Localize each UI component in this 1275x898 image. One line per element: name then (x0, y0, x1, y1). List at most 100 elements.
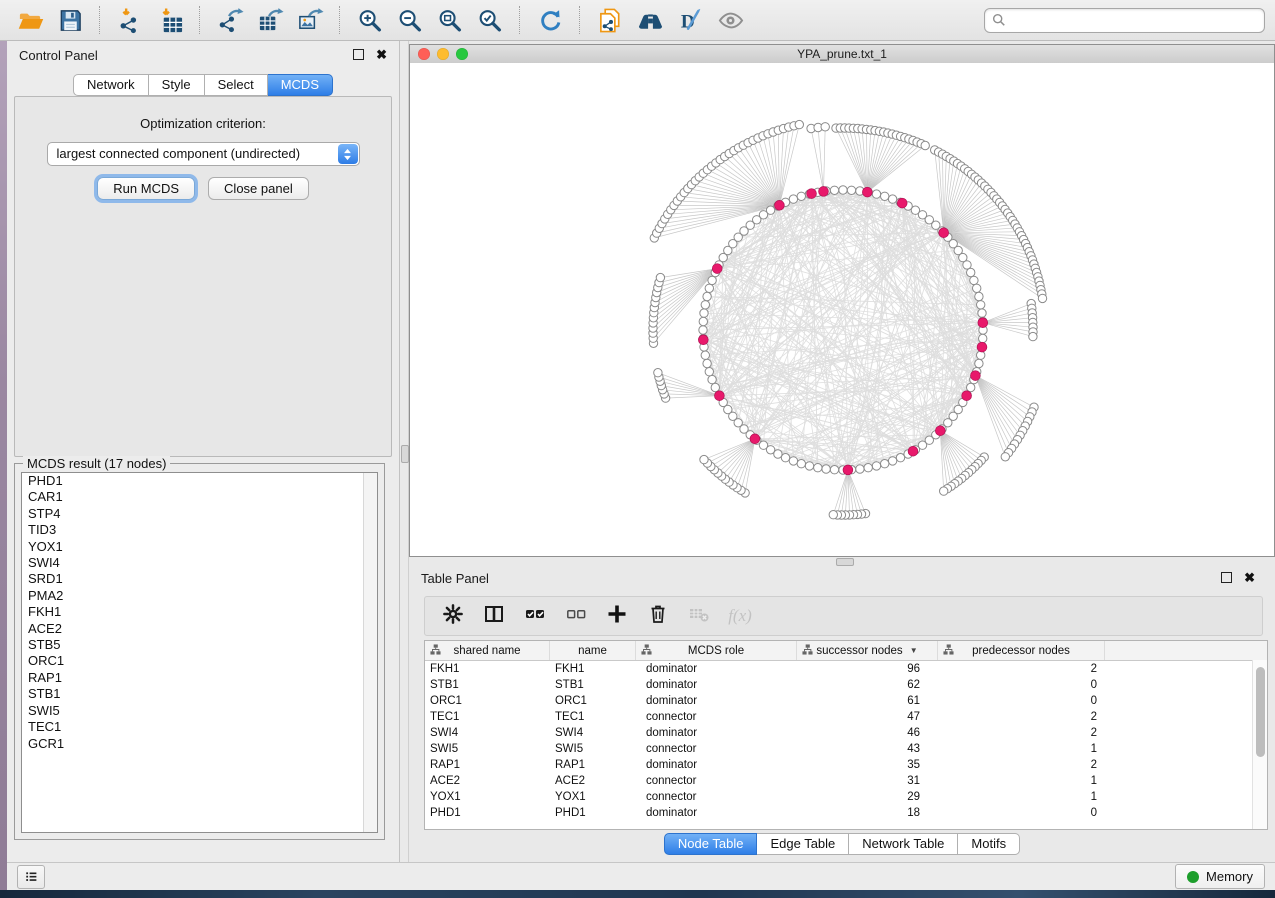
node[interactable] (708, 375, 716, 383)
node[interactable] (856, 465, 864, 473)
toggle-panes-button[interactable] (476, 601, 512, 631)
mcds-result-item[interactable]: ACE2 (22, 621, 377, 637)
network-graph[interactable] (410, 63, 1274, 556)
dominator-node[interactable] (978, 318, 988, 328)
mcds-result-item[interactable]: ORC1 (22, 653, 377, 669)
node[interactable] (699, 326, 707, 334)
mcds-result-item[interactable]: TID3 (22, 522, 377, 538)
column-header-shared-name[interactable]: shared name (425, 641, 550, 660)
node[interactable] (839, 186, 847, 194)
mcds-result-item[interactable]: STB5 (22, 637, 377, 653)
dominator-node[interactable] (750, 434, 760, 444)
close-panel-icon[interactable]: ✖ (1244, 573, 1255, 583)
node[interactable] (654, 369, 662, 377)
dominator-node[interactable] (698, 335, 708, 345)
node[interactable] (830, 466, 838, 474)
cell-name[interactable]: STB1 (550, 679, 636, 691)
cell-successor-nodes[interactable]: 62 (797, 679, 938, 691)
node[interactable] (963, 261, 971, 269)
cell-MCDS-role[interactable]: connector (636, 743, 797, 755)
cell-predecessor-nodes[interactable]: 1 (938, 775, 1105, 787)
cell-successor-nodes[interactable]: 61 (797, 695, 938, 707)
mcds-list-scrollbar[interactable] (363, 473, 377, 832)
column-header-name[interactable]: name (550, 641, 636, 660)
table-row[interactable]: YOX1YOX1connector291 (425, 789, 1267, 805)
cell-successor-nodes[interactable]: 46 (797, 727, 938, 739)
import-table-button[interactable] (150, 3, 190, 37)
table-row[interactable]: ACE2ACE2connector311 (425, 773, 1267, 789)
mcds-result-list[interactable]: PHD1CAR1STP4TID3YOX1SWI4SRD1PMA2FKH1ACE2… (21, 472, 378, 833)
node[interactable] (805, 462, 813, 470)
node[interactable] (921, 141, 929, 149)
float-panel-icon[interactable] (1221, 572, 1232, 583)
cell-successor-nodes[interactable]: 96 (797, 663, 938, 675)
node[interactable] (881, 460, 889, 468)
cell-predecessor-nodes[interactable]: 2 (938, 759, 1105, 771)
add-column-button[interactable] (599, 601, 635, 631)
cell-MCDS-role[interactable]: connector (636, 711, 797, 723)
node[interactable] (700, 455, 708, 463)
cell-name[interactable]: RAP1 (550, 759, 636, 771)
open-button[interactable] (10, 3, 50, 37)
node[interactable] (940, 487, 948, 495)
run-mcds-button[interactable]: Run MCDS (97, 177, 195, 200)
node[interactable] (795, 120, 803, 128)
node[interactable] (797, 460, 805, 468)
delete-column-button[interactable] (640, 601, 676, 631)
node[interactable] (700, 309, 708, 317)
table-row[interactable]: RAP1RAP1dominator352 (425, 757, 1267, 773)
zoom-fit-button[interactable] (430, 3, 470, 37)
cell-successor-nodes[interactable]: 29 (797, 791, 938, 803)
node[interactable] (705, 284, 713, 292)
cell-successor-nodes[interactable]: 43 (797, 743, 938, 755)
node[interactable] (864, 464, 872, 472)
import-network-button[interactable] (110, 3, 150, 37)
tab-mcds[interactable]: MCDS (268, 74, 333, 96)
cell-predecessor-nodes[interactable]: 2 (938, 663, 1105, 675)
node[interactable] (708, 276, 716, 284)
node[interactable] (656, 273, 664, 281)
refresh-button[interactable] (530, 3, 570, 37)
node[interactable] (847, 186, 855, 194)
save-button[interactable] (50, 3, 90, 37)
tab-network-table[interactable]: Network Table (849, 833, 958, 855)
find-button[interactable] (630, 3, 670, 37)
node[interactable] (711, 383, 719, 391)
cell-MCDS-role[interactable]: dominator (636, 759, 797, 771)
tab-network[interactable]: Network (73, 74, 149, 96)
node[interactable] (888, 195, 896, 203)
tab-style[interactable]: Style (149, 74, 205, 96)
tab-node-table[interactable]: Node Table (664, 833, 758, 855)
node[interactable] (797, 192, 805, 200)
node[interactable] (967, 383, 975, 391)
search-input[interactable] (1011, 12, 1257, 28)
cell-successor-nodes[interactable]: 18 (797, 807, 938, 819)
cell-successor-nodes[interactable]: 35 (797, 759, 938, 771)
node[interactable] (822, 465, 830, 473)
node[interactable] (975, 359, 983, 367)
mcds-result-item[interactable]: RAP1 (22, 670, 377, 686)
dominator-node[interactable] (712, 264, 722, 274)
cell-shared-name[interactable]: SWI4 (425, 727, 550, 739)
cell-MCDS-role[interactable]: dominator (636, 679, 797, 691)
node[interactable] (814, 464, 822, 472)
node[interactable] (881, 192, 889, 200)
node[interactable] (872, 462, 880, 470)
tab-select[interactable]: Select (205, 74, 268, 96)
node[interactable] (977, 301, 985, 309)
network-canvas[interactable] (410, 63, 1274, 556)
export-network-button[interactable] (210, 3, 250, 37)
mcds-result-item[interactable]: STP4 (22, 506, 377, 522)
cell-shared-name[interactable]: ACE2 (425, 775, 550, 787)
node[interactable] (967, 268, 975, 276)
dominator-node[interactable] (962, 391, 972, 401)
optimization-criterion-select[interactable]: largest connected component (undirected) (47, 142, 360, 166)
cell-predecessor-nodes[interactable]: 2 (938, 711, 1105, 723)
node[interactable] (703, 359, 711, 367)
column-header-successor-nodes[interactable]: successor nodes▼ (797, 641, 938, 660)
cell-shared-name[interactable]: STB1 (425, 679, 550, 691)
node[interactable] (705, 368, 713, 376)
mcds-result-item[interactable]: STB1 (22, 686, 377, 702)
settings-button[interactable] (435, 601, 471, 631)
cell-name[interactable]: ORC1 (550, 695, 636, 707)
